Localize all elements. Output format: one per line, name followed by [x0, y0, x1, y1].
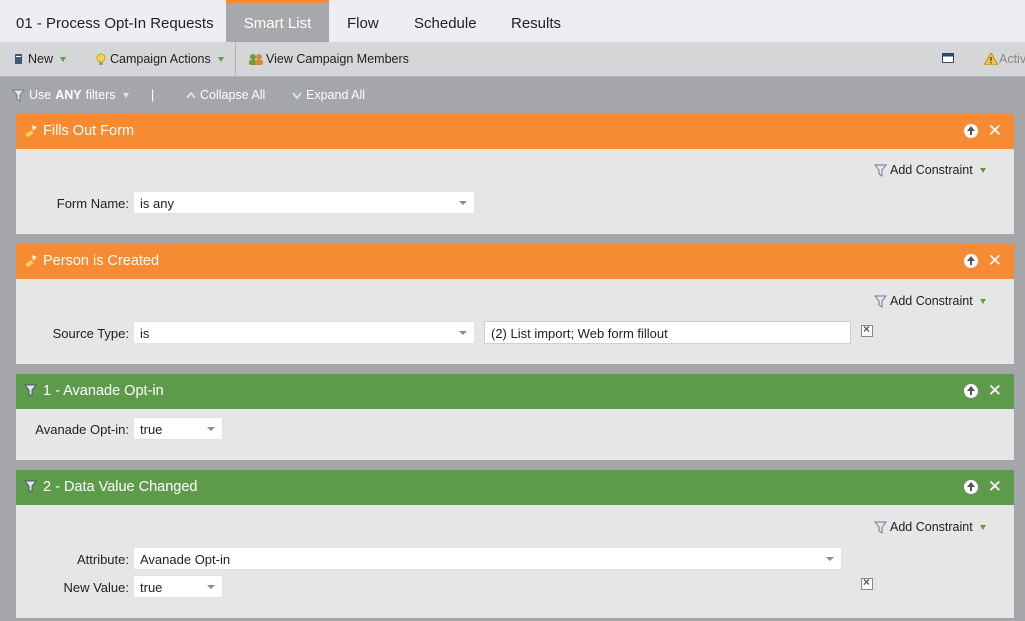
trigger-bolt-icon [25, 125, 37, 138]
card-title: Fills Out Form [43, 123, 135, 139]
chevron-down-icon [122, 92, 129, 98]
card-header[interactable]: 2 - Data Value Changed ✕ [16, 470, 1014, 505]
avanade-opt-in-label: Avanade Opt-in: [35, 422, 129, 437]
chevron-down-icon [459, 201, 467, 205]
new-value-select[interactable]: true [133, 575, 223, 598]
window-button[interactable] [942, 52, 954, 64]
collapse-icon [186, 91, 196, 99]
card-title: Person is Created [43, 253, 160, 269]
filter-card-avanade-opt-in: 1 - Avanade Opt-in ✕ Avanade Opt-in: tru… [16, 374, 1014, 460]
chevron-down-icon [217, 56, 224, 62]
remove-icon[interactable]: ✕ [988, 478, 1002, 495]
add-constraint-label: Add Constraint [890, 520, 973, 534]
source-type-operator-select[interactable]: is [133, 321, 475, 344]
remove-icon[interactable]: ✕ [988, 122, 1002, 139]
funnel-icon [24, 480, 37, 493]
chevron-down-icon [979, 298, 986, 304]
new-value-label: New Value: [63, 580, 129, 595]
campaign-title: 01 - Process Opt-In Requests [16, 15, 214, 32]
move-up-icon[interactable] [964, 480, 978, 494]
move-up-icon[interactable] [964, 124, 978, 138]
collapse-all-button[interactable]: Collapse All [186, 88, 265, 102]
campaign-actions-label: Campaign Actions [110, 52, 211, 66]
add-constraint-button[interactable]: Add Constraint [874, 163, 986, 177]
clear-value-icon[interactable] [861, 575, 873, 590]
attribute-select[interactable]: Avanade Opt-in [133, 547, 842, 570]
people-icon [249, 53, 263, 65]
funnel-icon [874, 164, 887, 177]
lightbulb-icon [96, 53, 106, 65]
add-constraint-label: Add Constraint [890, 163, 973, 177]
funnel-icon [12, 89, 25, 102]
form-name-select[interactable]: is any [133, 191, 475, 214]
card-header[interactable]: Fills Out Form ✕ [16, 114, 1014, 149]
funnel-icon [874, 521, 887, 534]
filters-label: filters [85, 88, 116, 102]
move-up-icon[interactable] [964, 254, 978, 268]
remove-icon[interactable]: ✕ [988, 382, 1002, 399]
expand-all-button[interactable]: Expand All [292, 88, 365, 102]
new-label: New [28, 52, 54, 66]
add-constraint-button[interactable]: Add Constraint [874, 294, 986, 308]
form-name-value: is any [140, 196, 174, 211]
trigger-bolt-icon [25, 255, 37, 268]
card-header[interactable]: Person is Created ✕ [16, 244, 1014, 279]
card-header[interactable]: 1 - Avanade Opt-in ✕ [16, 374, 1014, 409]
new-value-value: true [140, 580, 163, 595]
campaign-actions-button[interactable]: Campaign Actions [96, 52, 224, 66]
add-constraint-label: Add Constraint [890, 294, 973, 308]
source-type-label: Source Type: [52, 326, 129, 341]
document-icon [15, 53, 22, 64]
form-name-label: Form Name: [56, 196, 129, 211]
tab-flow[interactable]: Flow [347, 0, 379, 42]
funnel-icon [24, 384, 37, 397]
chevron-down-icon [979, 167, 986, 173]
warning-icon [984, 53, 998, 65]
chevron-down-icon [207, 427, 215, 431]
chevron-down-icon [60, 56, 67, 62]
chevron-down-icon [459, 331, 467, 335]
move-up-icon[interactable] [964, 384, 978, 398]
tab-results[interactable]: Results [511, 0, 561, 42]
source-type-values-field[interactable]: (2) List import; Web form fillout [484, 321, 851, 344]
filter-bar: Use ANY filters | Collapse All Expand Al… [0, 78, 1025, 112]
avanade-opt-in-select[interactable]: true [133, 417, 223, 440]
expand-icon [292, 91, 302, 99]
new-button[interactable]: New [14, 52, 67, 66]
view-campaign-members-label: View Campaign Members [266, 52, 409, 66]
tab-schedule[interactable]: Schedule [414, 0, 477, 42]
attribute-label: Attribute: [76, 552, 129, 567]
chevron-down-icon [207, 585, 215, 589]
collapse-all-label: Collapse All [200, 88, 266, 102]
card-title: 2 - Data Value Changed [43, 479, 198, 495]
avanade-opt-in-value: true [140, 422, 163, 437]
remove-icon[interactable]: ✕ [988, 252, 1002, 269]
use-label: Use [29, 88, 52, 102]
filter-card-data-value-changed: 2 - Data Value Changed ✕ Add Constraint … [16, 470, 1014, 618]
trigger-card-person-is-created: Person is Created ✕ Add Constraint Sourc… [16, 244, 1014, 364]
trigger-card-fills-out-form: Fills Out Form ✕ Add Constraint Form Nam… [16, 114, 1014, 234]
source-type-operator-value: is [140, 326, 150, 341]
chevron-down-icon [979, 524, 986, 530]
tab-smart-list[interactable]: Smart List [226, 0, 329, 42]
clear-value-icon[interactable] [861, 322, 873, 337]
window-icon [942, 53, 954, 63]
toolbar: New Campaign Actions View Campaign Membe… [0, 42, 1025, 77]
filter-logic-value: ANY [55, 88, 82, 102]
funnel-icon [874, 295, 887, 308]
add-constraint-button[interactable]: Add Constraint [874, 520, 986, 534]
activity-label: Activ [999, 52, 1025, 66]
activity-button[interactable]: Activ [984, 52, 1025, 66]
view-campaign-members-button[interactable]: View Campaign Members [248, 52, 409, 66]
chevron-down-icon [826, 557, 834, 561]
filter-bar-divider: | [151, 88, 155, 102]
attribute-value: Avanade Opt-in [140, 552, 231, 567]
filter-logic-button[interactable]: Use ANY filters [12, 88, 129, 102]
toolbar-divider [235, 42, 236, 77]
card-title: 1 - Avanade Opt-in [43, 383, 164, 399]
expand-all-label: Expand All [306, 88, 366, 102]
tab-bar: 01 - Process Opt-In Requests Smart List … [0, 0, 1025, 42]
